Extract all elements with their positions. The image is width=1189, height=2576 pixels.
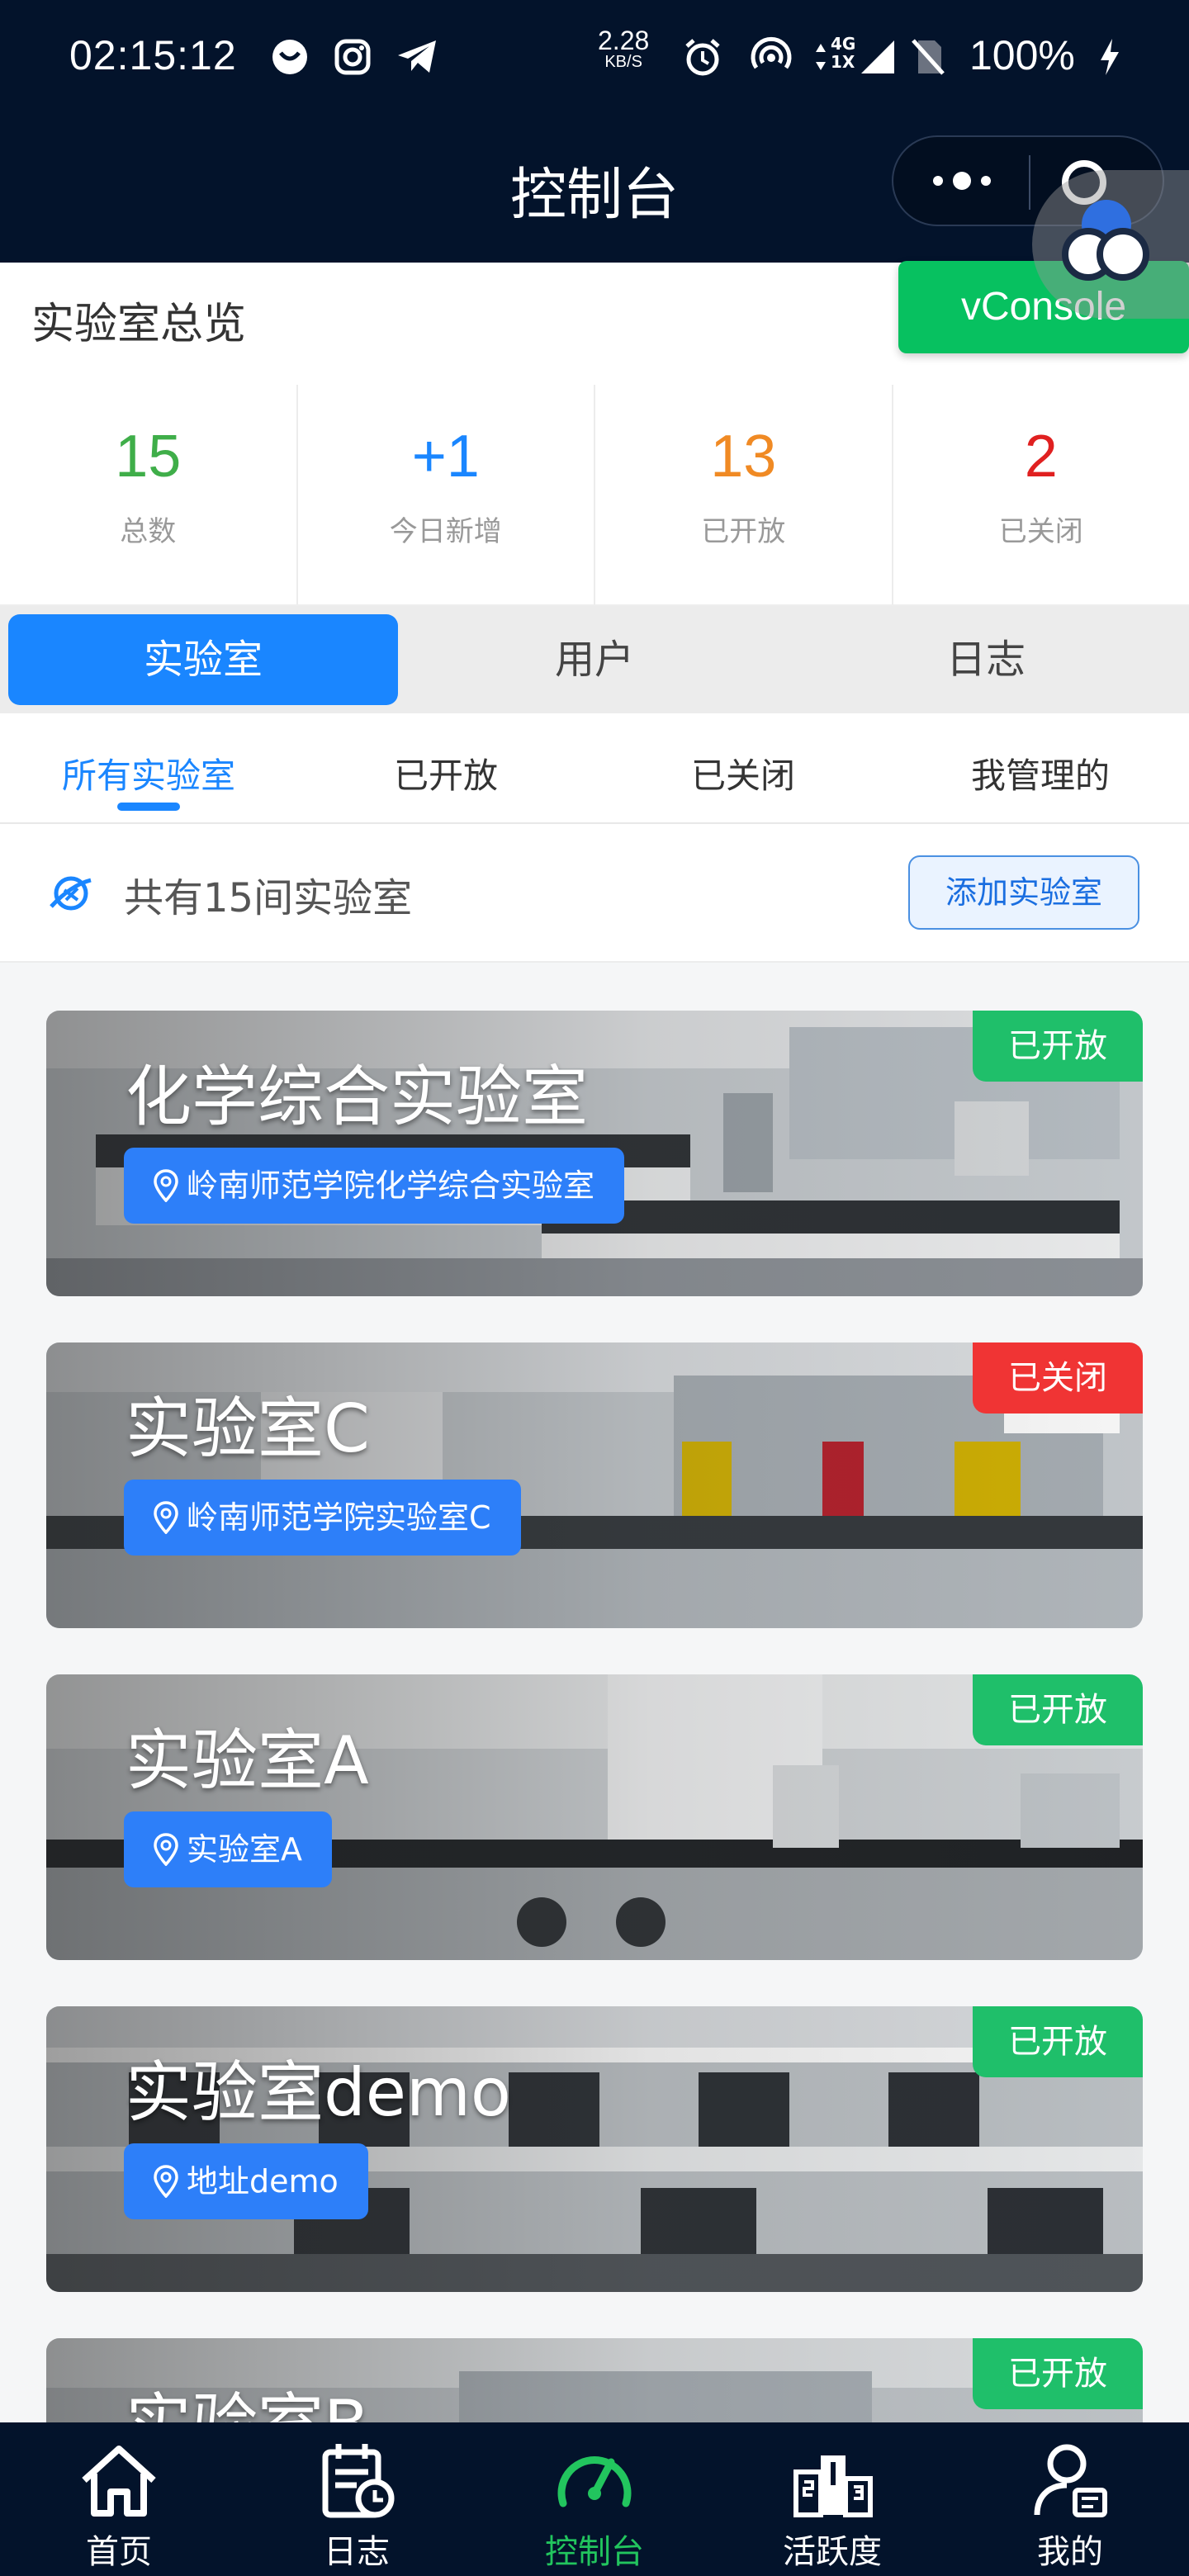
alarm-icon bbox=[680, 36, 725, 78]
planet-icon bbox=[50, 876, 92, 911]
segment-tabs: 实验室 用户 日志 bbox=[0, 606, 1189, 713]
status-badge: 已开放 bbox=[973, 2338, 1143, 2409]
location-pin-icon bbox=[154, 2165, 178, 2198]
lab-name: 实验室A bbox=[126, 1722, 369, 1799]
lab-location: 实验室A bbox=[187, 1831, 302, 1868]
stat-total: 15 总数 bbox=[0, 385, 296, 604]
lab-location-tag: 岭南师范学院化学综合实验室 bbox=[124, 1148, 625, 1224]
filter-tab-all[interactable]: 所有实验室 bbox=[0, 748, 297, 798]
stat-label: 已关闭 bbox=[998, 515, 1083, 548]
tab-labs[interactable]: 实验室 bbox=[8, 614, 398, 705]
lab-name: 实验室demo bbox=[126, 2054, 511, 2131]
battery-level: 100% bbox=[969, 32, 1075, 78]
capsule-divider bbox=[1029, 155, 1030, 210]
lab-location-tag: 实验室A bbox=[124, 1811, 332, 1887]
calendar-clock-icon bbox=[322, 2444, 395, 2518]
tabbar-label: 日志 bbox=[324, 2533, 390, 2571]
stat-label: 已开放 bbox=[701, 515, 786, 548]
podium-ranking-icon bbox=[793, 2455, 873, 2517]
lab-card[interactable]: 实验室A 实验室A 已开放 bbox=[46, 1674, 1143, 1960]
lab-location: 地址demo bbox=[187, 2163, 339, 2200]
tabbar-item-activity[interactable]: 活跃度 bbox=[713, 2422, 951, 2576]
telegram-icon bbox=[395, 36, 441, 78]
status-badge: 已开放 bbox=[973, 1011, 1143, 1082]
stat-closed: 2 已关闭 bbox=[891, 385, 1189, 604]
user-profile-icon bbox=[1034, 2444, 1107, 2517]
tabbar-label: 我的 bbox=[1037, 2533, 1103, 2571]
lab-list: 化学综合实验室 岭南师范学院化学综合实验室 已开放 实验室C 岭南师范学院实验室… bbox=[0, 963, 1189, 2424]
top-bar: 02:15:12 2.28 KB/S 4G 1X 100% 控制台 bbox=[0, 0, 1189, 263]
floating-assistant-icon bbox=[1062, 200, 1149, 281]
tabbar-item-logs[interactable]: 日志 bbox=[238, 2422, 476, 2576]
stat-value: +1 bbox=[411, 424, 480, 490]
tabbar-item-profile[interactable]: 我的 bbox=[951, 2422, 1189, 2576]
stat-value: 15 bbox=[115, 424, 182, 490]
lab-card[interactable]: 化学综合实验室 岭南师范学院化学综合实验室 已开放 bbox=[46, 1011, 1143, 1296]
add-lab-button[interactable]: 添加实验室 bbox=[908, 855, 1139, 930]
charging-icon bbox=[1095, 36, 1125, 78]
home-icon bbox=[82, 2446, 156, 2517]
lab-location-tag: 地址demo bbox=[124, 2143, 368, 2219]
lab-name: 实验室C bbox=[126, 1390, 370, 1467]
lab-card[interactable]: 实验室C 岭南师范学院实验室C 已关闭 bbox=[46, 1342, 1143, 1628]
status-badge: 已开放 bbox=[973, 2006, 1143, 2077]
network-type-bottom: 1X bbox=[831, 52, 855, 72]
status-badge: 已开放 bbox=[973, 1674, 1143, 1745]
lab-location: 岭南师范学院实验室C bbox=[187, 1499, 491, 1536]
network-speed-value: 2.28 bbox=[598, 26, 650, 55]
tab-users[interactable]: 用户 bbox=[400, 614, 789, 705]
signal-icon bbox=[859, 36, 897, 78]
location-pin-icon bbox=[154, 1169, 178, 1202]
tabbar-item-home[interactable]: 首页 bbox=[0, 2422, 238, 2576]
overview-stats: 15 总数 +1 今日新增 13 已开放 2 已关闭 bbox=[0, 385, 1189, 606]
lab-location: 岭南师范学院化学综合实验室 bbox=[187, 1167, 595, 1204]
lab-count-row: 共有15间实验室 添加实验室 bbox=[0, 824, 1189, 963]
stat-new-today: +1 今日新增 bbox=[296, 385, 594, 604]
dashboard-gauge-icon bbox=[557, 2456, 632, 2507]
status-badge: 已关闭 bbox=[973, 1342, 1143, 1413]
stat-label: 总数 bbox=[120, 515, 177, 548]
stat-open: 13 已开放 bbox=[594, 385, 892, 604]
no-sim-icon bbox=[908, 36, 948, 78]
bottom-tab-bar: 首页 日志 控制台 活跃度 我的 bbox=[0, 2422, 1189, 2576]
status-time: 02:15:12 bbox=[69, 32, 237, 78]
filter-tab-managed[interactable]: 我管理的 bbox=[892, 748, 1189, 798]
floating-assistant[interactable] bbox=[1032, 170, 1189, 319]
status-bar: 02:15:12 2.28 KB/S 4G 1X 100% bbox=[0, 0, 1189, 116]
lab-location-tag: 岭南师范学院实验室C bbox=[124, 1480, 521, 1556]
data-arrows-icon bbox=[814, 36, 827, 78]
tabbar-label: 首页 bbox=[86, 2533, 152, 2571]
tabbar-label: 活跃度 bbox=[783, 2533, 882, 2571]
tabbar-label: 控制台 bbox=[545, 2533, 644, 2571]
hotspot-icon bbox=[748, 36, 794, 78]
tab-logs[interactable]: 日志 bbox=[791, 614, 1181, 705]
network-speed-unit: KB/S bbox=[604, 53, 642, 71]
lab-filter-tabs: 所有实验室 已开放 已关闭 我管理的 bbox=[0, 713, 1189, 824]
network-speed: 2.28 KB/S bbox=[598, 26, 650, 71]
lab-name: 化学综合实验室 bbox=[126, 1058, 588, 1135]
overview-title: 实验室总览 bbox=[31, 300, 247, 349]
stat-label: 今日新增 bbox=[389, 515, 502, 548]
location-pin-icon bbox=[154, 1833, 178, 1866]
chat-app-icon bbox=[269, 36, 310, 78]
tabbar-item-dashboard[interactable]: 控制台 bbox=[476, 2422, 713, 2576]
lab-name: 实验室B bbox=[126, 2371, 369, 2424]
filter-tab-open[interactable]: 已开放 bbox=[297, 748, 594, 798]
instagram-icon bbox=[332, 36, 373, 78]
network-type-top: 4G bbox=[831, 34, 856, 54]
stat-value: 13 bbox=[710, 424, 777, 490]
location-pin-icon bbox=[154, 1501, 178, 1534]
lab-card[interactable]: 实验室demo 地址demo 已开放 bbox=[46, 2006, 1143, 2292]
filter-tab-closed[interactable]: 已关闭 bbox=[594, 748, 892, 798]
active-tab-indicator bbox=[117, 803, 180, 811]
lab-count-text: 共有15间实验室 bbox=[124, 875, 413, 921]
stat-value: 2 bbox=[1024, 424, 1058, 490]
more-options-icon[interactable] bbox=[933, 168, 1016, 193]
network-type: 4G 1X bbox=[831, 35, 855, 71]
lab-card[interactable]: 实验室B 已开放 bbox=[46, 2338, 1143, 2424]
